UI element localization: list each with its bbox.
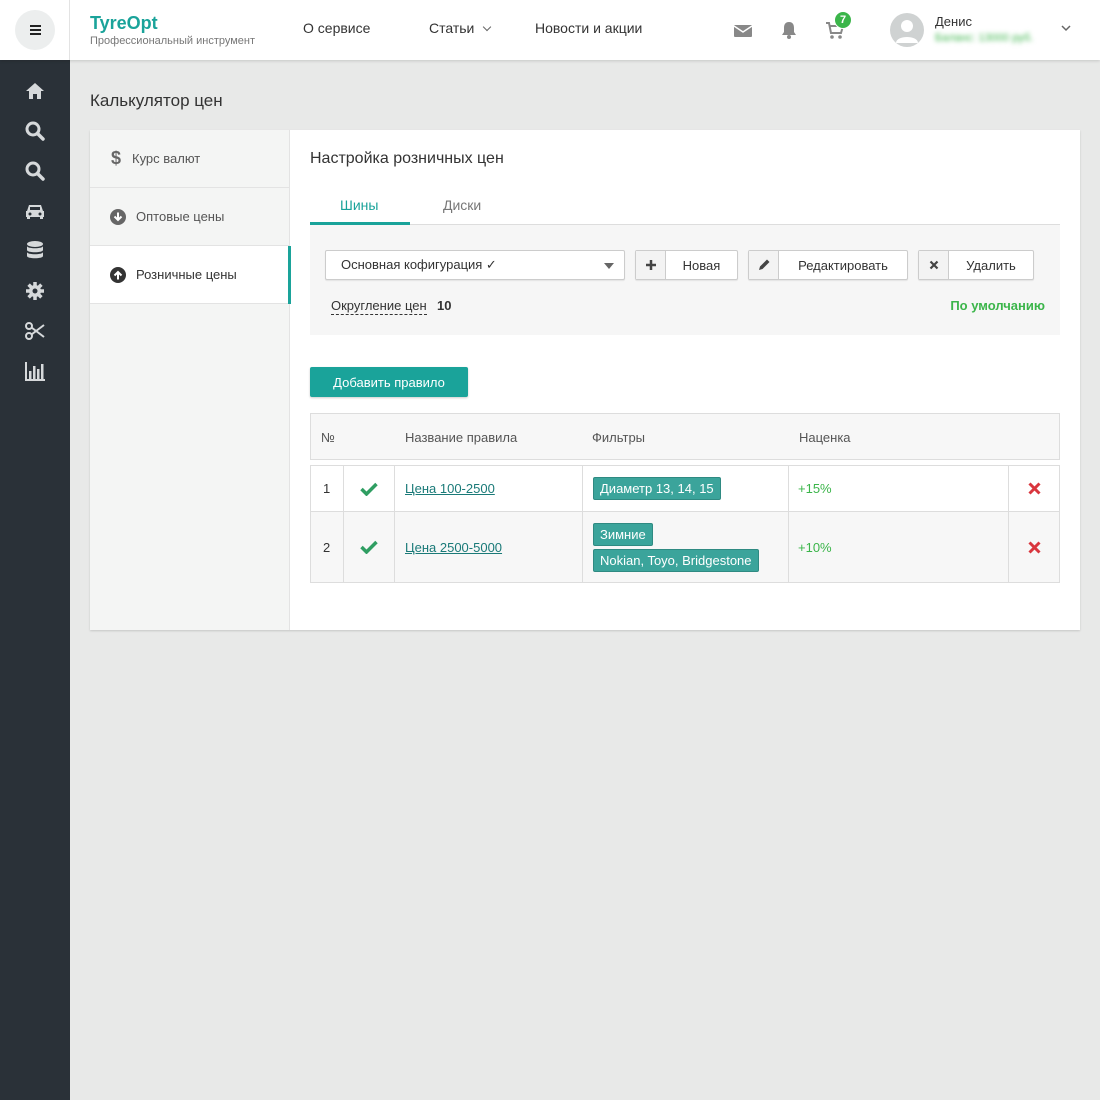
tab-tires[interactable]: Шины xyxy=(340,197,378,225)
menu-item-wholesale[interactable]: Оптовые цены xyxy=(90,188,290,246)
add-rule-button[interactable]: Добавить правило xyxy=(310,367,468,397)
logo[interactable]: TyreOpt Профессиональный инструмент xyxy=(90,13,255,47)
settings-menu: $ Курс валют Оптовые цены Розничные цены xyxy=(90,130,291,630)
row-delete-cell xyxy=(1009,512,1059,582)
caret-down-icon xyxy=(604,263,614,269)
rounding-link[interactable]: Округление цен xyxy=(331,298,427,315)
dollar-icon: $ xyxy=(110,148,121,168)
rounding-value: 10 xyxy=(437,298,452,313)
menu-item-currency[interactable]: $ Курс валют xyxy=(90,130,290,188)
configuration-select-value: Основная кофигурация ✓ xyxy=(341,257,497,272)
delete-config-label: Удалить xyxy=(966,257,1016,273)
rules-table-header: № Название правила Фильтры Наценка xyxy=(310,413,1060,460)
row-enabled-toggle[interactable] xyxy=(344,512,395,582)
col-rule-name: Название правила xyxy=(405,430,518,445)
col-markup: Наценка xyxy=(799,430,851,445)
home-icon[interactable] xyxy=(24,80,46,102)
col-filters: Фильтры xyxy=(592,430,646,445)
section-title: Настройка розничных цен xyxy=(310,150,504,167)
row-delete-cell xyxy=(1009,466,1059,511)
check-icon xyxy=(360,482,378,496)
nav-about[interactable]: О сервисе xyxy=(303,20,370,36)
mail-icon[interactable] xyxy=(733,20,753,40)
configuration-panel: Основная кофигурация ✓ Новая Редактирова… xyxy=(310,225,1060,335)
gear-icon[interactable] xyxy=(24,280,46,302)
hamburger-menu-button[interactable] xyxy=(15,10,55,50)
search-disks-icon[interactable] xyxy=(24,160,46,182)
row-markup-cell: +15% xyxy=(789,466,1009,511)
nav-articles-label: Статьи xyxy=(429,20,475,36)
chevron-down-icon xyxy=(483,22,492,32)
price-calculator-card: $ Курс валют Оптовые цены Розничные цены… xyxy=(90,130,1080,630)
filter-chip: Диаметр 13, 14, 15 xyxy=(593,477,721,500)
logo-title: TyreOpt xyxy=(90,13,158,33)
delete-rule-icon[interactable] xyxy=(1027,540,1041,554)
edit-config-button[interactable]: Редактировать xyxy=(748,250,908,280)
delete-config-button[interactable]: Удалить xyxy=(918,250,1034,280)
tab-disks[interactable]: Диски xyxy=(443,197,481,225)
markup-value: +15% xyxy=(798,481,832,496)
set-default-link[interactable]: По умолчанию xyxy=(950,298,1045,313)
markup-value: +10% xyxy=(798,539,832,555)
user-name[interactable]: Денис xyxy=(935,14,972,29)
avatar[interactable] xyxy=(890,13,924,47)
close-icon xyxy=(919,251,949,279)
rule-name-link[interactable]: Цена 100-2500 xyxy=(405,481,495,496)
search-icon[interactable] xyxy=(24,120,46,142)
plus-icon xyxy=(636,251,666,279)
rules-table: 1 Цена 100-2500 Диаметр 13, 14, 15 +15% … xyxy=(310,465,1060,583)
filter-chip: Зимние xyxy=(593,522,653,546)
cart-count-badge: 7 xyxy=(834,11,852,29)
page-title: Калькулятор цен xyxy=(90,91,223,110)
delete-rule-icon[interactable] xyxy=(1027,482,1041,495)
menu-item-label: Оптовые цены xyxy=(136,209,225,224)
check-icon xyxy=(360,540,378,554)
row-filters-cell: Диаметр 13, 14, 15 xyxy=(583,466,789,511)
row-number: 1 xyxy=(311,466,344,511)
row-name-cell: Цена 100-2500 xyxy=(395,466,583,511)
arrow-down-circle-icon xyxy=(110,208,126,225)
row-name-cell: Цена 2500-5000 xyxy=(395,512,583,582)
database-icon[interactable] xyxy=(24,240,46,262)
table-row: 1 Цена 100-2500 Диаметр 13, 14, 15 +15% xyxy=(311,466,1059,512)
row-markup-cell: +10% xyxy=(789,512,1009,582)
new-config-label: Новая xyxy=(682,257,721,273)
car-icon[interactable] xyxy=(24,200,46,222)
tabs: Шины Диски xyxy=(310,192,1060,225)
bell-icon[interactable] xyxy=(779,20,799,40)
pencil-icon xyxy=(749,251,779,279)
row-number: 2 xyxy=(311,512,344,582)
table-row: 2 Цена 2500-5000 Зимние Nokian, Toyo, Br… xyxy=(311,512,1059,583)
bar-chart-icon[interactable] xyxy=(24,360,46,382)
row-enabled-toggle[interactable] xyxy=(344,466,395,511)
logo-subtitle: Профессиональный инструмент xyxy=(90,35,256,47)
user-menu-chevron-icon[interactable] xyxy=(1061,24,1071,32)
scissors-icon[interactable] xyxy=(24,320,46,342)
arrow-up-circle-icon xyxy=(110,266,126,283)
menu-item-label: Розничные цены xyxy=(136,267,237,282)
menu-item-label: Курс валют xyxy=(132,151,201,166)
menu-toggle-cell xyxy=(0,0,70,60)
edit-config-label: Редактировать xyxy=(798,257,888,273)
nav-articles[interactable]: Статьи xyxy=(429,20,492,36)
new-config-button[interactable]: Новая xyxy=(635,250,738,280)
user-icon xyxy=(896,20,918,43)
user-balance: Баланс: 13000 руб. xyxy=(935,32,1034,44)
filter-chip: Nokian, Toyo, Bridgestone xyxy=(593,548,759,572)
menu-item-retail[interactable]: Розничные цены xyxy=(90,246,291,304)
hamburger-icon xyxy=(29,29,41,31)
row-filters-cell: Зимние Nokian, Toyo, Bridgestone xyxy=(583,512,789,582)
top-bar: TyreOpt Профессиональный инструмент О се… xyxy=(0,0,1100,60)
configuration-select[interactable]: Основная кофигурация ✓ xyxy=(325,250,625,280)
col-number: № xyxy=(321,430,335,445)
rule-name-link[interactable]: Цена 2500-5000 xyxy=(405,540,502,555)
sidebar xyxy=(0,60,70,1100)
nav-news[interactable]: Новости и акции xyxy=(535,20,642,36)
